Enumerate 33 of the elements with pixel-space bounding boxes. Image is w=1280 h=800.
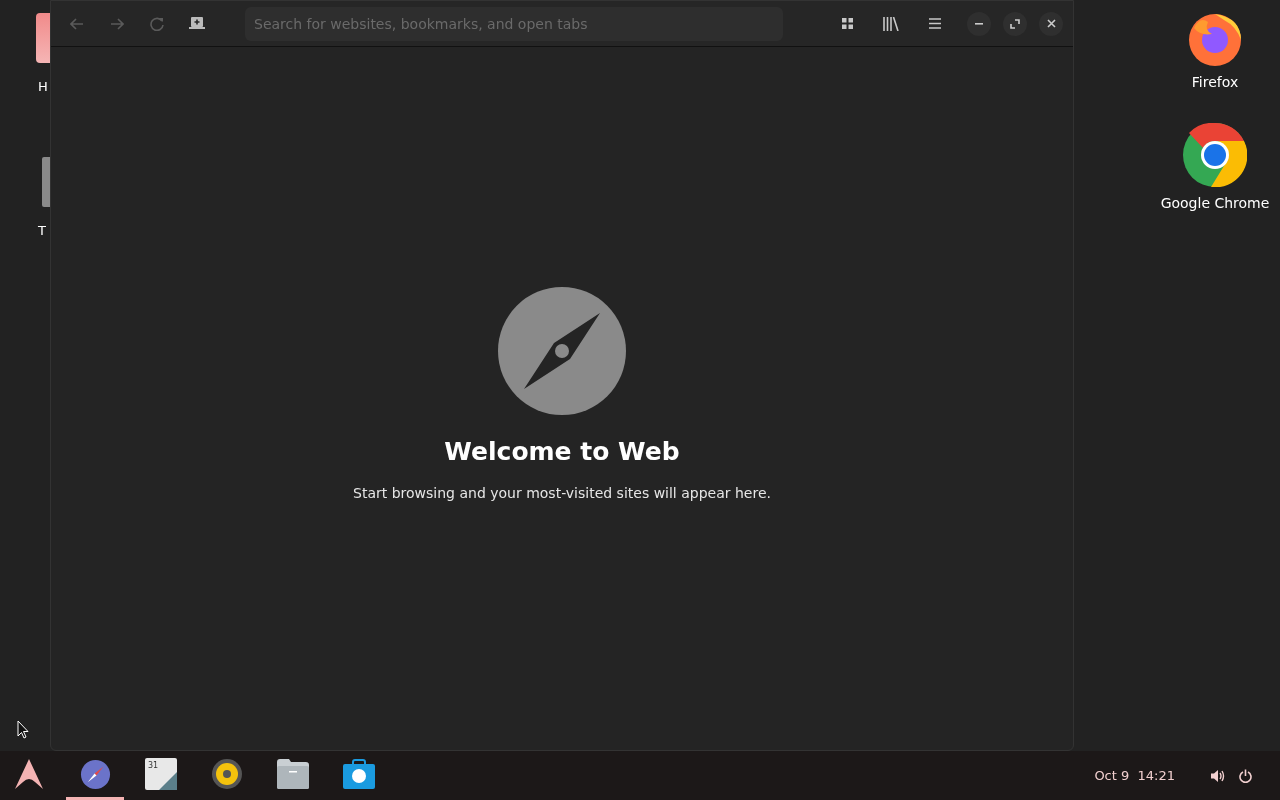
close-button[interactable] xyxy=(1039,11,1063,36)
welcome-title: Welcome to Web xyxy=(444,436,680,468)
books-icon xyxy=(883,16,899,31)
speaker-icon xyxy=(212,759,242,789)
maximize-button[interactable] xyxy=(1003,11,1027,36)
clock[interactable]: Oct 9 14:21 xyxy=(1094,765,1175,786)
mouse-cursor-icon xyxy=(17,720,29,739)
minimize-button[interactable] xyxy=(967,11,991,36)
calendar-icon: 31 xyxy=(145,758,177,790)
power-icon[interactable] xyxy=(1239,768,1252,783)
forward-arrow-icon xyxy=(110,17,124,30)
grid-icon xyxy=(841,18,853,29)
folder-icon xyxy=(277,759,309,789)
icon-label: T xyxy=(38,221,46,240)
maximize-icon xyxy=(1010,18,1020,29)
menu-icon xyxy=(929,18,941,29)
back-arrow-icon xyxy=(70,17,84,30)
close-icon xyxy=(1046,19,1056,28)
icon-label: Google Chrome xyxy=(1160,194,1270,213)
minimize-icon xyxy=(975,22,983,25)
icon-label: H xyxy=(38,78,48,96)
reload-icon xyxy=(150,16,164,31)
laptop-plus-icon xyxy=(189,17,205,30)
compass-icon xyxy=(498,287,626,415)
arch-logo-icon xyxy=(14,758,44,790)
shopping-bag-icon xyxy=(343,759,375,789)
search-field[interactable]: Search for websites, bookmarks, and open tabs xyxy=(245,6,783,41)
welcome-subtitle: Start browsing and your most-visited sites will appear here. xyxy=(353,483,771,503)
chrome-logo-icon xyxy=(1183,123,1247,187)
icon-label: Firefox xyxy=(1191,73,1239,92)
compass-icon xyxy=(79,758,111,790)
taskbar-app-button[interactable]: 31 xyxy=(132,751,190,800)
volume-icon[interactable] xyxy=(1211,768,1225,783)
